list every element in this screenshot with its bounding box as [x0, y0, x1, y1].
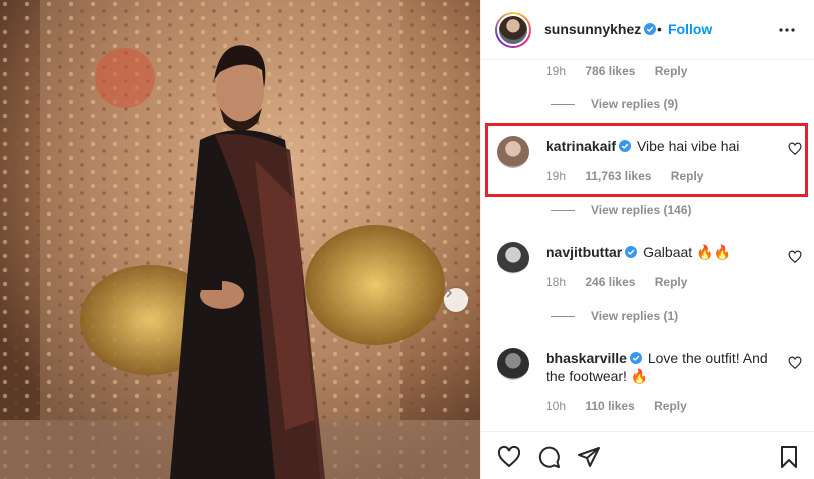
author-avatar[interactable] [495, 12, 531, 48]
share-icon[interactable] [577, 445, 601, 469]
comment-meta: 19h 786 likes Reply [546, 64, 703, 78]
reply-button[interactable]: Reply [655, 275, 688, 289]
commenter-avatar[interactable] [497, 242, 529, 274]
verified-badge-icon [625, 246, 638, 258]
view-replies-button[interactable]: View replies (9) [551, 97, 678, 111]
replies-divider-line [551, 209, 575, 211]
comment-time: 18h [546, 275, 567, 289]
reply-button[interactable]: Reply [655, 64, 688, 78]
comment-text: Vibe hai vibe hai [636, 138, 740, 154]
comment-meta: 19h 11,763 likes Reply [546, 169, 719, 183]
comment-body: katrinakaif Vibe hai vibe hai [546, 137, 776, 155]
header-separator: • [657, 21, 662, 37]
verified-badge-icon [629, 352, 642, 364]
comment-text: Galbaat 🔥🔥 [643, 244, 731, 260]
verified-badge-icon [619, 140, 632, 152]
heart-icon[interactable] [788, 356, 802, 370]
comment-time: 10h [546, 399, 567, 413]
commenter-username[interactable]: bhaskarville [546, 350, 627, 366]
reply-button[interactable]: Reply [654, 399, 687, 413]
comment-body: navjitbuttar Galbaat 🔥🔥 [546, 243, 776, 261]
more-options-icon[interactable] [777, 22, 797, 38]
chevron-right-icon [446, 288, 453, 298]
highlight-annotation-box [485, 123, 808, 197]
replies-divider-line [551, 103, 575, 105]
comment-likes[interactable]: 110 likes [585, 399, 634, 413]
comment-likes[interactable]: 786 likes [585, 64, 635, 78]
post-photo[interactable] [0, 0, 480, 479]
replies-divider-line [551, 315, 575, 317]
verified-badge-icon [644, 23, 657, 35]
heart-icon[interactable] [788, 250, 802, 264]
comment-time: 19h [546, 169, 567, 183]
comment-meta: 18h 246 likes Reply [546, 275, 703, 289]
comment-likes[interactable]: 11,763 likes [585, 169, 651, 183]
view-replies-button[interactable]: View replies (1) [551, 309, 678, 323]
follow-button[interactable]: Follow [668, 21, 712, 37]
comment-icon[interactable] [537, 445, 561, 469]
post-action-bar [481, 431, 814, 479]
post-side-panel: sunsunnykhez • Follow 19h 786 likes Repl… [480, 0, 814, 479]
commenter-username[interactable]: navjitbuttar [546, 244, 622, 260]
comments-list[interactable]: 19h 786 likes Reply View replies (9) kat… [481, 61, 814, 431]
comment-meta: 10h 110 likes Reply [546, 399, 703, 413]
comment-time: 19h [546, 64, 567, 78]
carousel-next-button[interactable] [444, 288, 468, 312]
commenter-username[interactable]: katrinakaif [546, 138, 616, 154]
bookmark-icon[interactable] [777, 445, 801, 469]
heart-icon[interactable] [788, 142, 802, 156]
heart-icon[interactable] [497, 445, 521, 469]
post-header: sunsunnykhez • Follow [481, 0, 814, 60]
reply-button[interactable]: Reply [671, 169, 704, 183]
author-username[interactable]: sunsunnykhez [544, 21, 657, 37]
view-replies-button[interactable]: View replies (146) [551, 203, 692, 217]
post-image-illustration [0, 0, 480, 479]
commenter-avatar[interactable] [497, 136, 529, 168]
commenter-avatar[interactable] [497, 348, 529, 380]
comment-likes[interactable]: 246 likes [585, 275, 635, 289]
comment-body: bhaskarville Love the outfit! And the fo… [546, 349, 776, 385]
